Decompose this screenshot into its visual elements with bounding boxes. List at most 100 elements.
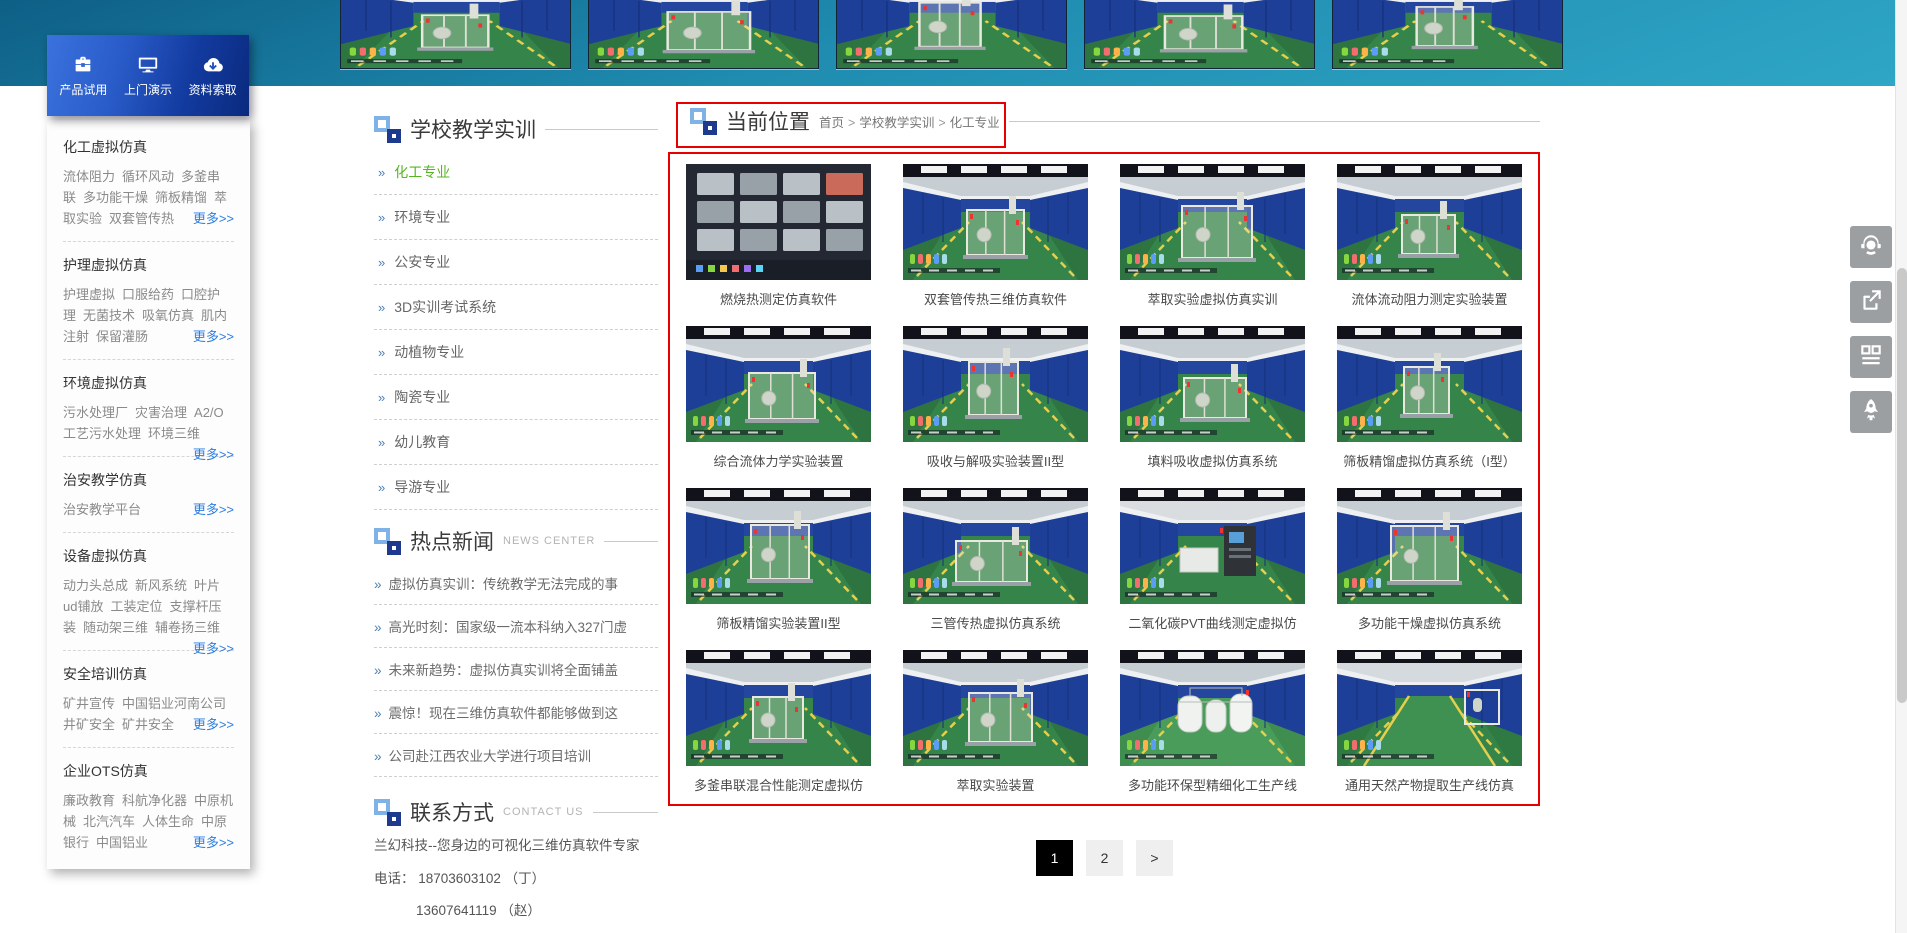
product-thumbnail[interactable]: [1337, 164, 1522, 280]
product-thumbnail[interactable]: [1120, 164, 1305, 280]
sidebar-tag-link[interactable]: 中国铝业: [96, 835, 148, 850]
product-name[interactable]: 双套管传热三维仿真软件: [887, 289, 1104, 308]
product-card[interactable]: 双套管传热三维仿真软件: [887, 155, 1104, 317]
sidebar-tag-link[interactable]: 灾害治理: [135, 405, 187, 420]
news-item[interactable]: »高光时刻：国家级一流本科纳入327门虚: [374, 605, 658, 648]
sidebar-tag-link[interactable]: 矿井安全: [122, 717, 174, 732]
sidebar-tag-link[interactable]: 保留灌肠: [96, 329, 148, 344]
more-link[interactable]: 更多>>: [193, 499, 234, 520]
product-card[interactable]: 多釜串联混合性能测定虚拟仿: [670, 641, 887, 803]
sidebar-tag-link[interactable]: 流体阻力: [63, 169, 115, 184]
product-card[interactable]: 填料吸收虚拟仿真系统: [1104, 317, 1321, 479]
sidebar-category-title[interactable]: 设备虚拟仿真: [63, 546, 234, 566]
carousel-thumbnail[interactable]: [340, 0, 571, 69]
quick-action-button[interactable]: 上门演示: [124, 54, 172, 98]
sidebar-tag-link[interactable]: 污水处理厂: [63, 405, 128, 420]
product-thumbnail[interactable]: [903, 650, 1088, 766]
product-name[interactable]: 填料吸收虚拟仿真系统: [1104, 451, 1321, 470]
product-card[interactable]: 多功能环保型精细化工生产线: [1104, 641, 1321, 803]
quick-action-button[interactable]: 产品试用: [59, 54, 107, 98]
carousel-thumbnail[interactable]: [836, 0, 1067, 69]
product-thumbnail[interactable]: [1120, 488, 1305, 604]
sidebar-tag-link[interactable]: 井矿安全: [63, 717, 115, 732]
sidebar-tag-link[interactable]: 吸氧仿真: [142, 308, 194, 323]
product-card[interactable]: 筛板精馏虚拟仿真系统（I型）: [1321, 317, 1538, 479]
product-name[interactable]: 二氧化碳PVT曲线测定虚拟仿: [1104, 613, 1321, 632]
rocket-button[interactable]: [1850, 391, 1892, 433]
sidebar-tag-link[interactable]: 新风系统: [135, 578, 187, 593]
sidebar-tag-link[interactable]: 矿井宣传: [63, 696, 115, 711]
product-name[interactable]: 筛板精馏实验装置II型: [670, 613, 887, 632]
school-nav-item[interactable]: »陶瓷专业: [374, 375, 658, 420]
more-link[interactable]: 更多>>: [193, 714, 234, 735]
sidebar-category-title[interactable]: 企业OTS仿真: [63, 761, 234, 781]
product-name[interactable]: 吸收与解吸实验装置II型: [887, 451, 1104, 470]
pagination-button[interactable]: >: [1136, 840, 1173, 876]
sidebar-tag-link[interactable]: 治安教学平台: [63, 502, 141, 517]
product-name[interactable]: 燃烧热测定仿真软件: [670, 289, 887, 308]
sidebar-tag-link[interactable]: 北汽汽车: [83, 814, 135, 829]
news-item[interactable]: »震惊！现在三维仿真软件都能够做到这: [374, 691, 658, 734]
product-card[interactable]: 综合流体力学实验装置: [670, 317, 887, 479]
product-thumbnail[interactable]: [1337, 326, 1522, 442]
product-card[interactable]: 萃取实验装置: [887, 641, 1104, 803]
breadcrumb-link[interactable]: 化工专业: [950, 116, 1000, 130]
share-button[interactable]: [1850, 281, 1892, 323]
product-name[interactable]: 多功能环保型精细化工生产线: [1104, 775, 1321, 794]
sidebar-tag-link[interactable]: 双套管传热: [109, 211, 174, 226]
sidebar-category-title[interactable]: 治安教学仿真: [63, 470, 234, 490]
more-link[interactable]: 更多>>: [193, 208, 234, 229]
more-link[interactable]: 更多>>: [193, 638, 234, 659]
sidebar-tag-link[interactable]: 中国铝业河南公司: [122, 696, 226, 711]
sidebar-tag-link[interactable]: 无菌技术: [83, 308, 135, 323]
product-card[interactable]: 三管传热虚拟仿真系统: [887, 479, 1104, 641]
sidebar-tag-link[interactable]: 人体生命: [142, 814, 194, 829]
pagination-button[interactable]: 2: [1086, 840, 1123, 876]
product-name[interactable]: 萃取实验装置: [887, 775, 1104, 794]
product-thumbnail[interactable]: [686, 488, 871, 604]
sidebar-tag-link[interactable]: 工装定位: [110, 599, 162, 614]
carousel-thumbnail[interactable]: [1332, 0, 1563, 69]
product-thumbnail[interactable]: [903, 164, 1088, 280]
product-name[interactable]: 多功能干燥虚拟仿真系统: [1321, 613, 1538, 632]
sidebar-category-title[interactable]: 化工虚拟仿真: [63, 137, 234, 157]
product-thumbnail[interactable]: [903, 326, 1088, 442]
sidebar-tag-link[interactable]: 循环风动: [122, 169, 174, 184]
product-card[interactable]: 二氧化碳PVT曲线测定虚拟仿: [1104, 479, 1321, 641]
sidebar-tag-link[interactable]: 随动架三维: [83, 620, 148, 635]
product-thumbnail[interactable]: [686, 650, 871, 766]
product-card[interactable]: 筛板精馏实验装置II型: [670, 479, 887, 641]
product-card[interactable]: 多功能干燥虚拟仿真系统: [1321, 479, 1538, 641]
sidebar-category-title[interactable]: 环境虚拟仿真: [63, 373, 234, 393]
product-name[interactable]: 通用天然产物提取生产线仿真: [1321, 775, 1538, 794]
product-name[interactable]: 萃取实验虚拟仿真实训: [1104, 289, 1321, 308]
sidebar-tag-link[interactable]: 辅卷扬三维: [155, 620, 220, 635]
product-card[interactable]: 燃烧热测定仿真软件: [670, 155, 887, 317]
sidebar-tag-link[interactable]: 口服给药: [122, 287, 174, 302]
carousel-thumbnail[interactable]: [1084, 0, 1315, 69]
sidebar-category-title[interactable]: 安全培训仿真: [63, 664, 234, 684]
carousel-thumbnail[interactable]: [588, 0, 819, 69]
sidebar-tag-link[interactable]: 科航净化器: [122, 793, 187, 808]
product-name[interactable]: 三管传热虚拟仿真系统: [887, 613, 1104, 632]
product-name[interactable]: 筛板精馏虚拟仿真系统（I型）: [1321, 451, 1538, 470]
product-card[interactable]: 流体流动阻力测定实验装置: [1321, 155, 1538, 317]
news-item[interactable]: »公司赴江西农业大学进行项目培训: [374, 734, 658, 777]
breadcrumb-link[interactable]: 首页: [819, 116, 844, 130]
product-name[interactable]: 综合流体力学实验装置: [670, 451, 887, 470]
scrollbar-thumb[interactable]: [1897, 268, 1907, 703]
news-item[interactable]: »未来新趋势：虚拟仿真实训将全面铺盖: [374, 648, 658, 691]
page-scrollbar[interactable]: [1895, 0, 1907, 933]
more-link[interactable]: 更多>>: [193, 832, 234, 853]
school-nav-item[interactable]: »动植物专业: [374, 330, 658, 375]
school-nav-item[interactable]: »幼儿教育: [374, 420, 658, 465]
product-thumbnail[interactable]: [903, 488, 1088, 604]
product-thumbnail[interactable]: [1337, 488, 1522, 604]
sidebar-tag-link[interactable]: 护理虚拟: [63, 287, 115, 302]
product-card[interactable]: 吸收与解吸实验装置II型: [887, 317, 1104, 479]
school-nav-item[interactable]: »公安专业: [374, 240, 658, 285]
customer-service-button[interactable]: [1850, 226, 1892, 268]
product-thumbnail[interactable]: [1120, 326, 1305, 442]
product-name[interactable]: 流体流动阻力测定实验装置: [1321, 289, 1538, 308]
quick-action-button[interactable]: 资料索取: [189, 54, 237, 98]
